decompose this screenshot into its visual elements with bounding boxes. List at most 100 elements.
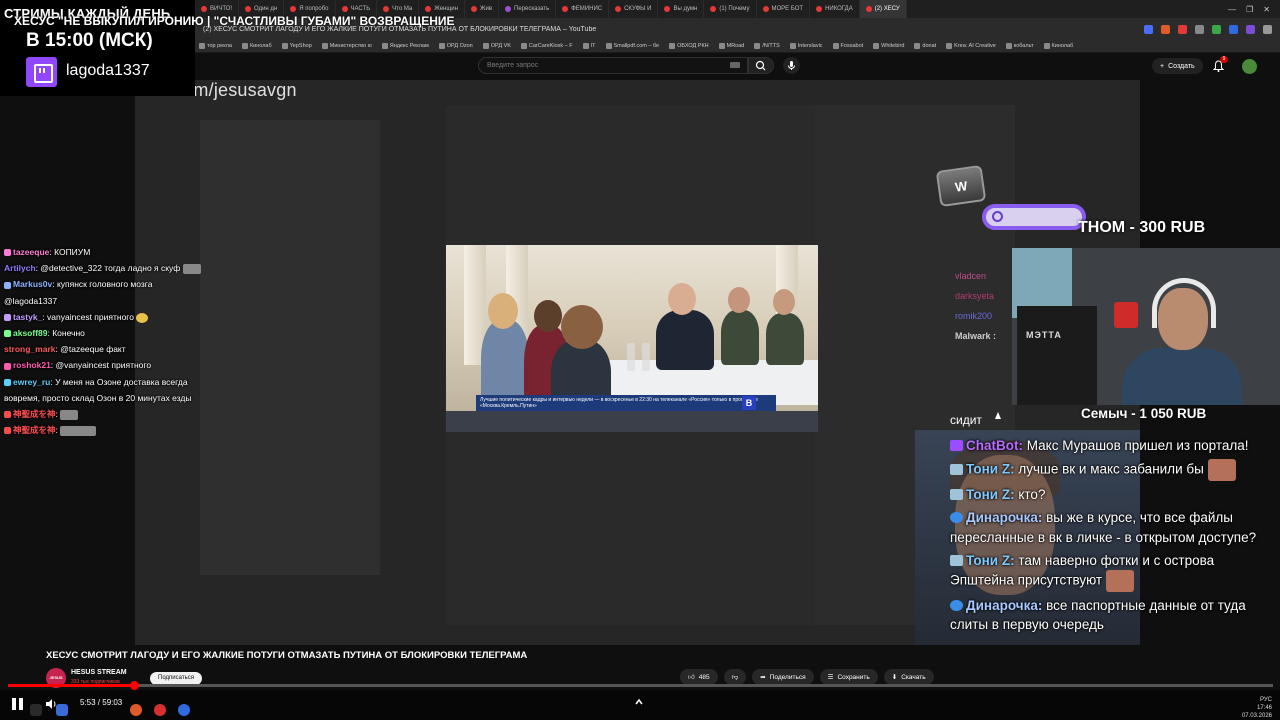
taskbar-app-icon[interactable] [56,704,68,716]
bookmark[interactable]: Кинолаб [1043,43,1073,49]
chat-message: 神聖成を神: [4,406,204,422]
extension-icon[interactable] [1161,24,1170,34]
bookmark[interactable]: donat [914,43,936,49]
extension-icon[interactable] [1144,24,1153,34]
w-key-graphic: W [935,164,987,208]
minimize-icon[interactable]: — [1228,5,1236,14]
bookmark[interactable]: Whitebird [873,43,904,49]
save-button[interactable]: ☰ Сохранить [819,669,878,685]
taskbar-app-icon[interactable] [178,704,190,716]
bookmark[interactable]: Krea: AI Creative [946,43,996,49]
system-tray: РУС 17:46 07.03.2026 [1242,696,1272,720]
chat-username: strong_mark [4,344,56,355]
chat-username: roshok21 [13,360,51,371]
bookmark[interactable]: ОБХОД РКН [669,43,709,49]
mini-chat-user: romik200 [955,311,993,321]
keyboard-icon[interactable] [730,62,740,68]
bookmarks-bar: тор рекла Кинолаб YepShop Министерство ю… [195,40,1280,53]
chat-username: Тони Z: [966,461,1015,477]
create-button[interactable]: + Создать [1152,58,1203,74]
search-icon[interactable] [30,704,42,716]
download-icon: ⬇ [891,674,898,681]
browser-tab-retell[interactable]: Пересказать [499,0,557,18]
emote-icon [1106,570,1135,593]
browser-tab[interactable]: СКУФЫ И [609,0,659,18]
bookmark[interactable]: Яндекс Реклам [381,43,429,49]
search-input[interactable]: Введите запрос [478,57,748,74]
notification-count-badge: 9 [1220,56,1228,63]
search-icon [992,211,1003,222]
bookmark[interactable]: ОРД Ozon [438,43,473,49]
microphone-icon [788,61,795,70]
browser-tab[interactable]: Вы думн [658,0,705,18]
bookmark[interactable]: MRoad [718,43,744,49]
bookmark[interactable]: Министерство ю [321,43,372,49]
user-badge-icon [950,600,963,612]
bookmark[interactable]: YepShop [281,43,312,49]
bookmark[interactable]: ОРД VK [482,43,511,49]
chat-message: Тони Z: кто? [950,485,1272,504]
browser-tab[interactable]: НИКОГДА [810,0,860,18]
pause-button[interactable] [12,698,24,710]
chat-message: ewrey_ru: У меня на Озоне доставка всегд… [4,376,192,403]
bookmark[interactable]: кобальт [1005,43,1034,49]
chat-message: tazeeque: КОПИУМ [4,244,204,260]
account-avatar[interactable] [1242,59,1257,74]
language-indicator[interactable]: РУС [1242,696,1272,704]
dislike-button[interactable]: 👎︎ [723,669,747,685]
extension-icon[interactable] [1229,24,1238,34]
browser-tab[interactable]: Жив [465,0,500,18]
share-button[interactable]: ➦ Поделиться [752,669,814,685]
voice-search-button[interactable] [783,57,800,74]
extension-icon[interactable] [1246,24,1255,34]
time-display: 5:53 / 59:03 [80,698,123,707]
acoustic-panel-text: МЭТТА [1026,330,1062,340]
browser-tab[interactable]: МОРЕ БОТ [757,0,811,18]
chat-text: vanyaincest приятного [47,311,134,322]
download-button[interactable]: ⬇ Скачать [883,669,934,685]
bookmark[interactable]: Smallpdf.com – бе [605,43,659,49]
emote-icon [182,263,201,274]
bookmark[interactable]: Fossabot [832,43,863,49]
video-title-overlay: ХЕСУС "НЕ ВЫКУПИЛ ИРОНИЮ | "СЧАСТЛИВЫ ГУ… [14,14,455,28]
bookmark[interactable]: IT [582,43,596,49]
search-button[interactable] [748,57,774,74]
bookmark[interactable]: Кинолаб [241,43,272,49]
right-stream-chat: ChatBot: Макс Мурашов пришел из портала!… [950,436,1272,638]
chat-message: ChatBot: Макс Мурашов пришел из портала! [950,436,1272,455]
video-progress-bar[interactable] [8,681,1273,690]
donation-alert: Семыч - 1 050 RUB [1081,406,1207,421]
gift-badge-icon [950,463,963,475]
mini-chat-user: vladcen [955,271,987,281]
taskbar-app-icon[interactable] [154,704,166,716]
like-button[interactable]: 👍︎ 485 [680,669,718,685]
channel-name[interactable]: HESUS STREAM [71,669,127,676]
extension-icon[interactable] [1178,24,1187,34]
bookmark[interactable]: CarCareKiosk – F [520,43,573,49]
browser-tab[interactable]: (1) Почему [704,0,757,18]
scrubber-handle[interactable] [130,681,140,690]
video-actions: 👍︎ 485 👎︎ ➦ Поделиться ☰ Сохранить ⬇ Скачать [680,669,934,685]
chat-message: Тони Z: там наверно фотки и с острова Эп… [950,551,1272,593]
chat-message: aksoff89: Конечно [4,325,204,341]
banner-time: В 15:00 (МСК) [26,30,153,51]
bookmark[interactable]: Interslavic [789,43,823,49]
extension-icon[interactable] [1212,24,1221,34]
channel-logo: В [742,396,756,410]
browser-tab-active[interactable]: (2) ХЕСУ [859,0,907,18]
bookmark[interactable]: /N/TTS [754,43,780,49]
chat-message: Markus0v: купянск головного мозга @lagod… [4,279,153,306]
taskbar-app-icon[interactable] [130,704,142,716]
chat-username: Artilych [4,263,36,274]
screen: ВИЧТО! Один дн Я попробо ЧАСТЬ Что Ма Же… [0,0,1280,720]
chat-text: Конечно [52,328,85,339]
window-controls: — ❐ ✕ [1228,5,1280,14]
maximize-icon[interactable]: ❐ [1246,5,1253,14]
close-icon[interactable]: ✕ [1263,5,1270,14]
chevron-up-icon[interactable] [634,697,644,707]
extension-icon[interactable] [1195,24,1204,34]
bookmark[interactable]: тор рекла [199,43,232,49]
chat-text: лучше вк и макс забанили бы [1014,461,1204,477]
menu-icon[interactable] [1263,24,1272,34]
browser-tab[interactable]: ФЕМИНИС [556,0,610,18]
